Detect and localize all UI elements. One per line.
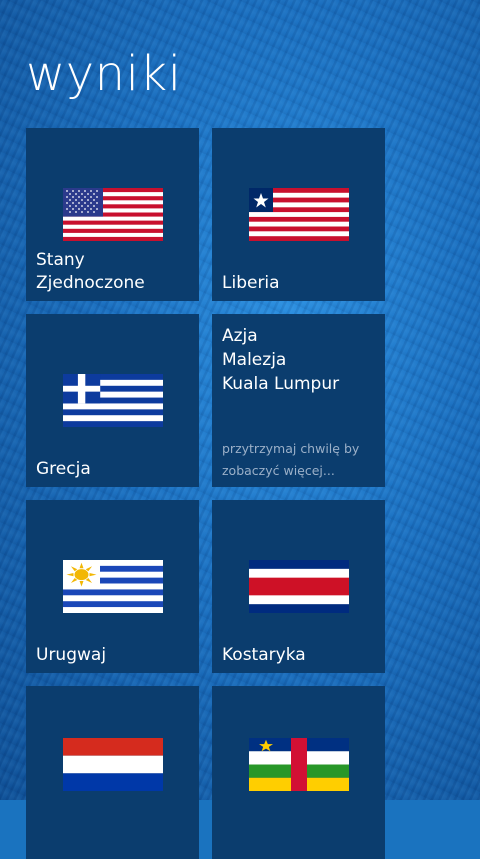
location-info: Azja Malezja Kuala Lumpur (222, 324, 377, 396)
result-tile-greece[interactable]: Grecja (26, 314, 199, 487)
result-tile-costa-rica[interactable]: Kostaryka (212, 500, 385, 673)
usa-flag-icon (63, 188, 163, 241)
page-title: wyniki (26, 46, 182, 102)
result-tile-central-african-republic[interactable] (212, 686, 385, 859)
uruguay-flag-icon (63, 560, 163, 613)
result-tile-uruguay[interactable]: Urugwaj (26, 500, 199, 673)
tile-label: Grecja (36, 459, 91, 479)
location-info-tile[interactable]: Azja Malezja Kuala Lumpur przytrzymaj ch… (212, 314, 385, 487)
tile-label: Liberia (222, 273, 280, 293)
city-label: Kuala Lumpur (222, 374, 340, 394)
costa-rica-flag-icon (249, 560, 349, 613)
tile-label: Kostaryka (222, 645, 306, 665)
greece-flag-icon (63, 374, 163, 427)
tile-label: Stany Zjednoczone (36, 250, 145, 293)
result-tile-liberia[interactable]: Liberia (212, 128, 385, 301)
continent-label: Azja (222, 326, 258, 346)
country-label: Malezja (222, 350, 287, 370)
hold-hint-text: przytrzymaj chwilę by zobaczyć więcej... (222, 441, 360, 478)
liberia-flag-icon (249, 188, 349, 241)
paraguay-flag-icon (63, 738, 163, 791)
tile-label: Urugwaj (36, 645, 107, 665)
result-tile-paraguay[interactable] (26, 686, 199, 859)
result-tile-usa[interactable]: Stany Zjednoczone (26, 128, 199, 301)
central-african-republic-flag-icon (249, 738, 349, 791)
